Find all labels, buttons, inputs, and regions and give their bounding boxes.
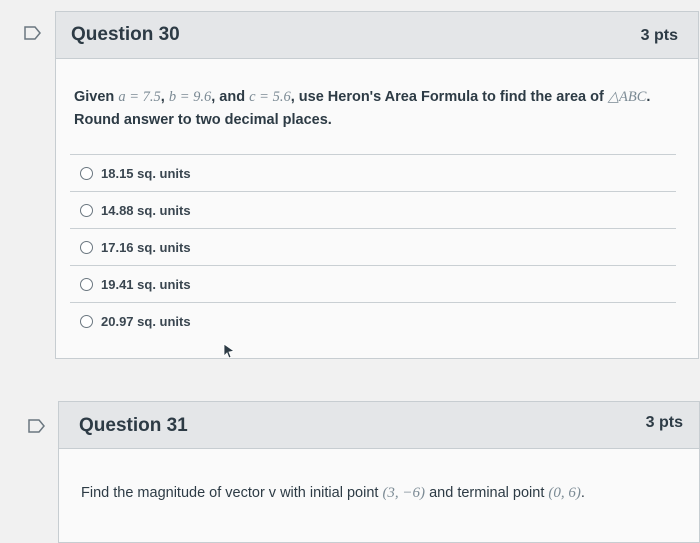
question-31-header: Question 31 3 pts: [59, 402, 699, 449]
radio-button[interactable]: [80, 277, 93, 291]
answer-label: 18.15 sq. units: [101, 165, 191, 181]
question-31-card: Question 31 3 pts Find the magnitude of …: [58, 401, 700, 543]
terminal-point: (0, 6): [548, 485, 581, 501]
question-instruction: Round answer to two decimal places.: [74, 112, 332, 128]
question-points: 3 pts: [645, 414, 683, 431]
radio-button[interactable]: [80, 314, 93, 328]
mouse-cursor-icon: [222, 343, 236, 359]
flag-question-icon[interactable]: [28, 419, 46, 433]
triangle-abc: △ABC: [607, 89, 647, 105]
initial-point: (3, −6): [382, 485, 426, 501]
side-b: b = 9.6: [168, 89, 212, 105]
answer-label: 17.16 sq. units: [101, 239, 191, 255]
radio-button[interactable]: [80, 203, 93, 217]
radio-button[interactable]: [80, 166, 93, 180]
answer-option[interactable]: 20.97 sq. units: [70, 302, 676, 339]
answer-list: 18.15 sq. units 14.88 sq. units 17.16 sq…: [70, 154, 676, 339]
answer-label: 14.88 sq. units: [101, 202, 191, 218]
flag-question-icon[interactable]: [24, 26, 42, 40]
answer-option[interactable]: 17.16 sq. units: [70, 228, 676, 265]
question-30-header: Question 30 3 pts: [56, 12, 698, 59]
answer-option[interactable]: 14.88 sq. units: [70, 191, 676, 228]
side-c: c = 5.6: [249, 89, 291, 105]
question-title: Question 31: [79, 415, 188, 436]
question-30-card: Question 30 3 pts Given a = 7.5, b = 9.6…: [55, 11, 699, 359]
radio-button[interactable]: [80, 240, 93, 254]
side-a: a = 7.5: [118, 89, 161, 105]
question-prompt: Find the magnitude of vector v with init…: [81, 485, 585, 501]
answer-label: 19.41 sq. units: [101, 276, 191, 292]
question-title: Question 30: [71, 24, 180, 45]
answer-option[interactable]: 19.41 sq. units: [70, 265, 676, 302]
answer-option[interactable]: 18.15 sq. units: [70, 154, 676, 191]
question-points: 3 pts: [640, 27, 678, 44]
answer-label: 20.97 sq. units: [101, 313, 191, 329]
question-prompt: Given a = 7.5, b = 9.6, and c = 5.6, use…: [74, 89, 651, 128]
